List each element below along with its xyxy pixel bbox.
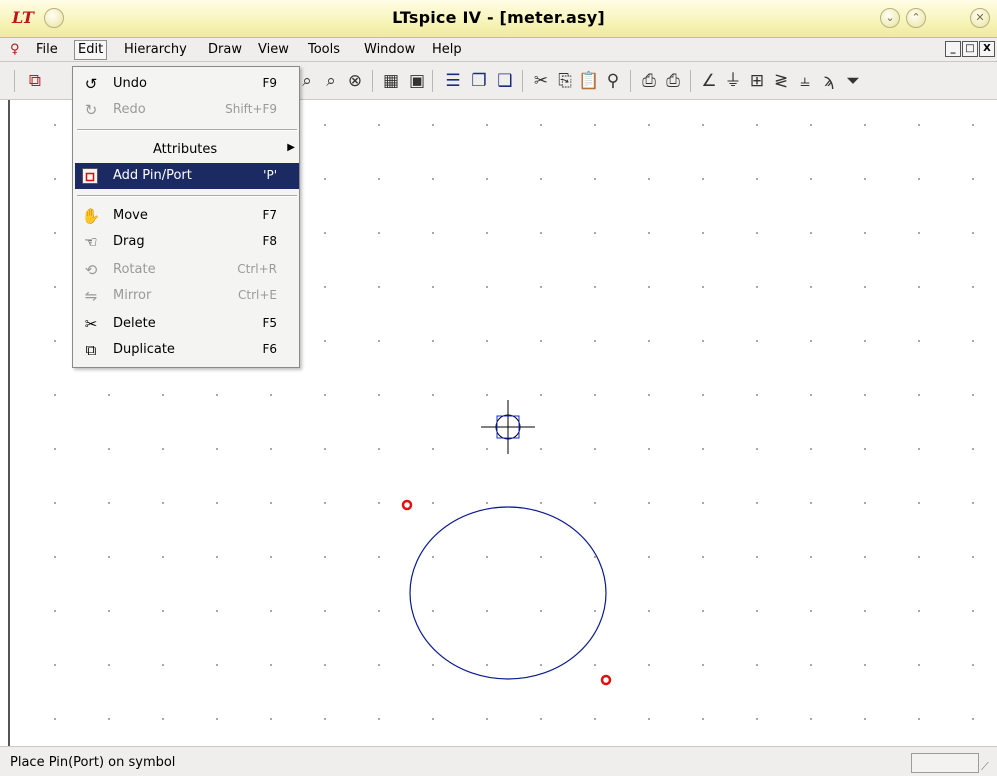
menu-item-undo[interactable]: ↺ Undo F9 (75, 71, 299, 97)
menu-item-redo[interactable]: ↻ Redo Shift+F9 (75, 97, 299, 123)
zoom-cancel-icon[interactable]: ⊗ (344, 70, 366, 92)
inductor-icon[interactable]: ϡ (818, 70, 840, 92)
undo-icon: ↺ (84, 75, 98, 93)
menu-edit[interactable]: Edit (74, 40, 108, 60)
menu-item-attributes[interactable]: Attributes ▶ (75, 137, 299, 163)
toolbar-separator (372, 70, 373, 92)
menu-item-move[interactable]: ✋ Move F7 (75, 203, 299, 229)
drag-hand-icon: ☜ (84, 233, 98, 251)
toolbar-separator (630, 70, 631, 92)
close-button[interactable]: ✕ (970, 8, 990, 28)
menu-bar: ♀ File Edit Hierarchy Draw View Tools Wi… (0, 38, 997, 62)
title-bar: LT LTspice IV - [meter.asy] ⌄ ⌃ ✕ (0, 0, 997, 38)
ground-icon[interactable]: ⏚ (722, 70, 744, 92)
menu-item-rotate[interactable]: ⟲ Rotate Ctrl+R (75, 257, 299, 283)
redo-icon: ↻ (84, 101, 98, 119)
cut-icon[interactable]: ✂ (530, 70, 552, 92)
menu-file[interactable]: File (36, 42, 58, 57)
status-bar: Place Pin(Port) on symbol ⟋ (0, 746, 997, 776)
menu-hierarchy[interactable]: Hierarchy (124, 42, 187, 57)
menu-item-delete[interactable]: ✂ Delete F5 (75, 311, 299, 337)
paste-icon[interactable]: 📋 (578, 70, 600, 92)
grid-icon[interactable]: ▣ (406, 70, 428, 92)
menu-window[interactable]: Window (364, 42, 415, 57)
pin-marker[interactable] (600, 674, 612, 686)
menu-separator (77, 129, 297, 131)
mdi-minimize-button[interactable]: _ (945, 41, 961, 57)
copy-icon[interactable]: ⎘ (554, 70, 576, 92)
menu-item-mirror[interactable]: ⇋ Mirror Ctrl+E (75, 283, 299, 309)
toolbar-separator (690, 70, 691, 92)
duplicate-icon: ⧉ (85, 341, 97, 359)
mdi-close-button[interactable]: X (979, 41, 995, 57)
print-icon[interactable]: ⎙ (662, 70, 684, 92)
new-schematic-icon[interactable]: ⧉ (24, 70, 46, 92)
move-hand-icon: ✋ (81, 207, 101, 225)
menu-draw[interactable]: Draw (208, 42, 242, 57)
capacitor-icon[interactable]: ⫨ (794, 70, 816, 92)
resistor-icon[interactable]: ≷ (770, 70, 792, 92)
window-title: LTspice IV - [meter.asy] (392, 8, 605, 27)
scissors-icon: ✂ (84, 315, 98, 333)
autoscale-icon[interactable]: ▦ (380, 70, 402, 92)
menu-item-drag[interactable]: ☜ Drag F8 (75, 229, 299, 255)
print-setup-icon[interactable]: ⎙ (638, 70, 660, 92)
menu-view[interactable]: View (258, 42, 289, 57)
menu-separator (77, 195, 297, 197)
submenu-arrow-icon: ▶ (287, 142, 295, 153)
rotate-icon: ⟲ (84, 261, 98, 279)
pin-marker[interactable] (401, 499, 413, 511)
status-text: Place Pin(Port) on symbol (10, 755, 176, 770)
maximize-button[interactable]: ⌃ (906, 8, 926, 28)
mirror-icon: ⇋ (84, 287, 98, 305)
meter-circle[interactable] (409, 506, 607, 680)
cascade-icon[interactable]: ❐ (468, 70, 490, 92)
menu-item-add-pin-port[interactable]: Add Pin/Port 'P' (75, 163, 299, 189)
tile-horizontal-icon[interactable]: ☰ (442, 70, 464, 92)
diode-icon[interactable]: ⏷ (842, 70, 864, 92)
resize-grip-icon[interactable]: ⟋ (981, 760, 995, 774)
toolbar-separator (432, 70, 433, 92)
menu-tools[interactable]: Tools (308, 42, 340, 57)
zoom-out-icon[interactable]: ⌕ (320, 70, 342, 92)
mdi-controls: _ □ X (945, 41, 995, 57)
wire-icon[interactable]: ∠ (698, 70, 720, 92)
pin-port-icon (82, 168, 98, 184)
menu-help[interactable]: Help (432, 42, 462, 57)
doc-icon[interactable]: ♀ (10, 42, 20, 57)
mdi-restore-button[interactable]: □ (962, 41, 978, 57)
status-field (911, 753, 979, 773)
toolbar-separator (522, 70, 523, 92)
toolbar-separator (14, 70, 15, 92)
label-net-icon[interactable]: ⊞ (746, 70, 768, 92)
minimize-button[interactable]: ⌄ (880, 8, 900, 28)
menu-item-duplicate[interactable]: ⧉ Duplicate F6 (75, 337, 299, 363)
crosshair-cursor (481, 400, 535, 454)
edit-menu-dropdown: ↺ Undo F9 ↻ Redo Shift+F9 Attributes ▶ A… (72, 66, 300, 368)
tile-vertical-icon[interactable]: ❑ (494, 70, 516, 92)
find-icon[interactable]: ⚲ (602, 70, 624, 92)
